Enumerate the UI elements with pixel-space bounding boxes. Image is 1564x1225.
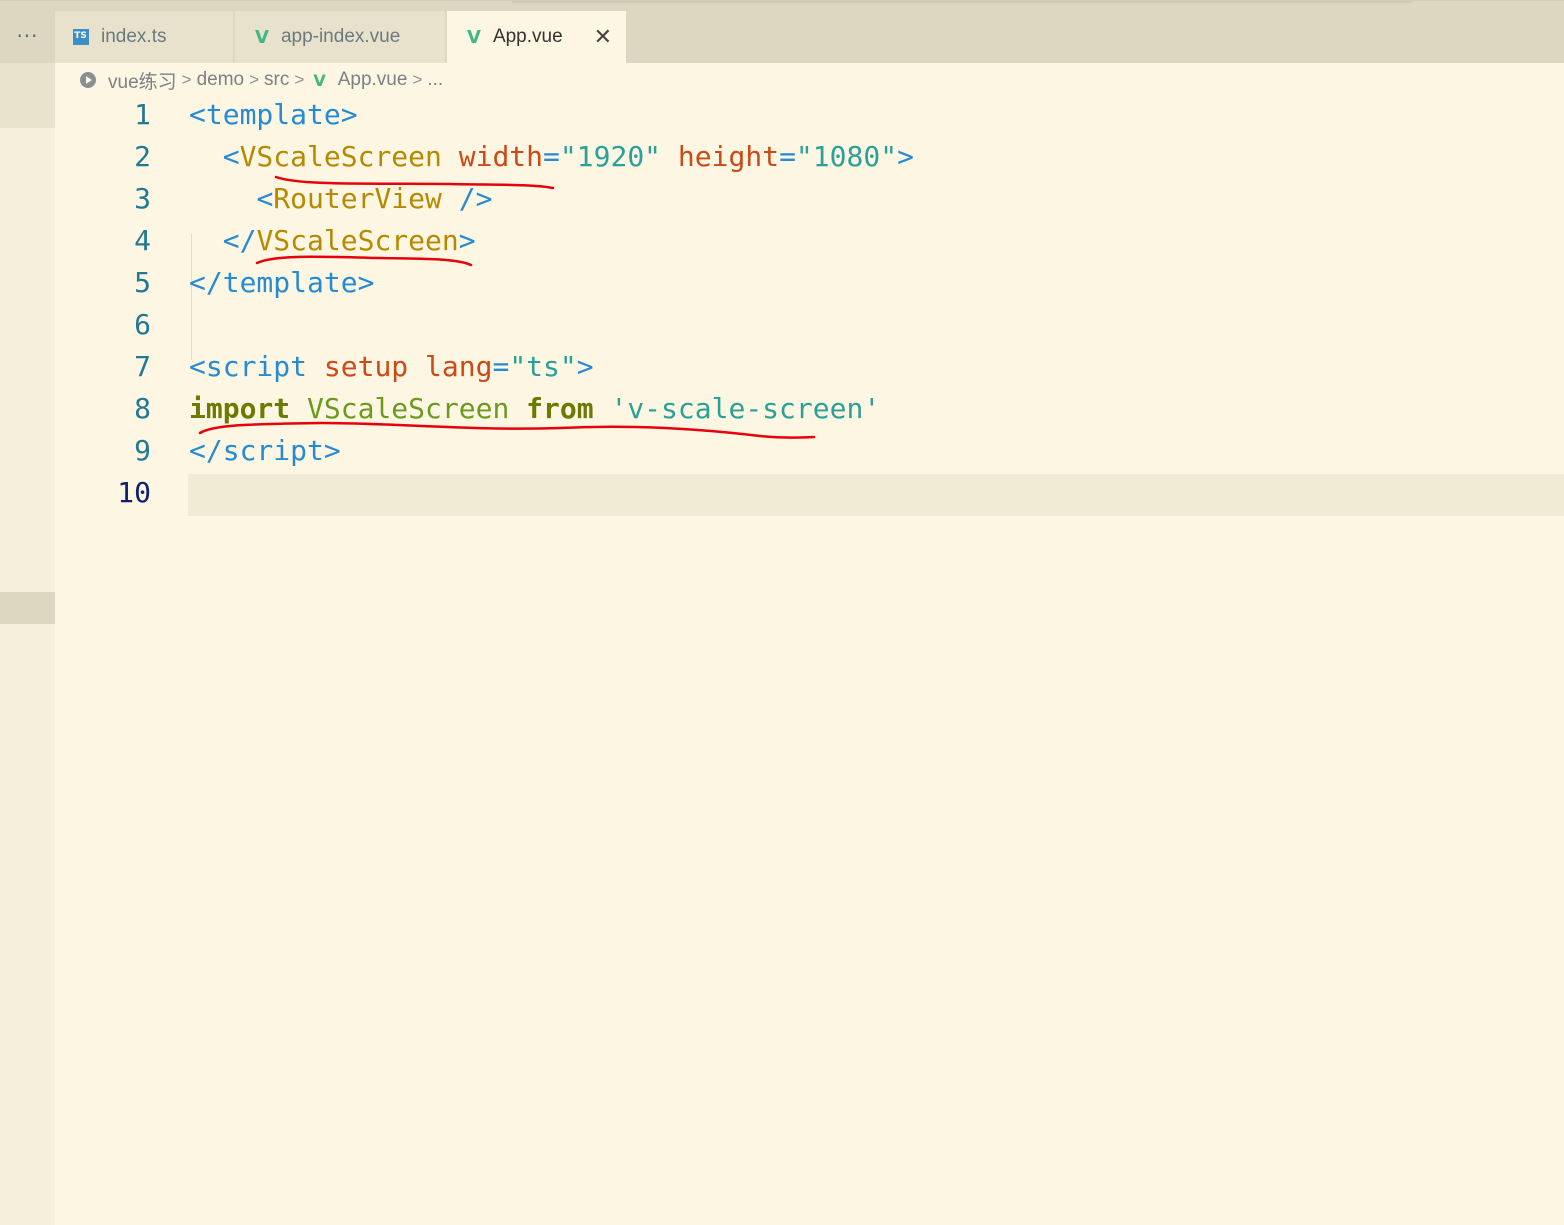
breadcrumb: vue练习 > demo > src > V App.vue > ... (80, 66, 443, 94)
code-text: </script> (189, 434, 341, 467)
line-number: 5 (134, 266, 151, 299)
code-line-current[interactable]: 10 (55, 474, 1564, 516)
code-line[interactable]: 5 </template> (55, 264, 1564, 306)
tab-label: App.vue (492, 26, 563, 47)
breadcrumb-item-demo[interactable]: demo (197, 69, 245, 91)
line-number: 7 (134, 350, 151, 383)
line-number: 3 (134, 182, 151, 215)
breadcrumb-separator: > (181, 70, 192, 89)
line-number: 8 (134, 392, 151, 425)
code-line[interactable]: 7 <script setup lang="ts"> (55, 348, 1564, 390)
code-text: <template> (189, 98, 358, 131)
breadcrumb-item-file[interactable]: App.vue (338, 69, 408, 91)
line-number: 6 (134, 308, 151, 341)
code-text: <RouterView /> (256, 182, 493, 215)
code-line[interactable]: 4 </VScaleScreen> (55, 222, 1564, 264)
code-line[interactable]: 8 import VScaleScreen from 'v-scale-scre… (55, 390, 1564, 432)
breadcrumb-item-src[interactable]: src (264, 69, 289, 91)
breadcrumb-separator: > (412, 70, 423, 89)
line-number: 4 (134, 224, 151, 257)
vue-file-icon: V (255, 26, 269, 48)
gutter-scroll-marker[interactable] (0, 592, 55, 624)
breadcrumb-separator: > (249, 70, 260, 89)
tabbar-top-edge (512, 1, 1412, 3)
code-line[interactable]: 3 <RouterView /> (55, 180, 1564, 222)
tab-label: app-index.vue (280, 26, 401, 47)
breadcrumb-item-project[interactable]: vue练习 (108, 67, 177, 94)
more-actions-icon[interactable]: ··· (0, 11, 55, 61)
code-text: </template> (189, 266, 375, 299)
code-line[interactable]: 6 (55, 306, 1564, 348)
tab-label: index.ts (101, 26, 167, 47)
line-number: 9 (134, 434, 151, 467)
gutter-highlight (0, 62, 55, 128)
code-text: import VScaleScreen from 'v-scale-screen… (189, 392, 881, 425)
tab-app-index-vue[interactable]: V app-index.vue (235, 11, 445, 63)
current-line-highlight (188, 474, 1564, 516)
breadcrumb-item-symbols[interactable]: ... (427, 69, 443, 91)
code-line[interactable]: 9 </script> (55, 432, 1564, 474)
activity-gutter (0, 62, 55, 1225)
vue-file-icon: V (467, 26, 481, 48)
code-text: <VScaleScreen width="1920" height="1080"… (222, 140, 914, 173)
tab-index-ts[interactable]: TS index.ts (55, 11, 233, 63)
code-text: <script setup lang="ts"> (189, 350, 594, 383)
line-number: 10 (117, 476, 151, 509)
breadcrumb-separator: > (294, 70, 305, 89)
editor-tab-bar: ··· TS index.ts V app-index.vue V App.vu… (0, 0, 1564, 63)
line-number: 1 (134, 98, 151, 131)
code-line[interactable]: 2 <VScaleScreen width="1920" height="108… (55, 138, 1564, 180)
close-tab-icon[interactable]: ✕ (594, 25, 612, 50)
code-line[interactable]: 1 <template> (55, 96, 1564, 138)
vue-file-icon: V (313, 70, 326, 90)
ts-file-icon: TS (73, 29, 89, 45)
line-number: 2 (134, 140, 151, 173)
folder-run-icon (80, 72, 96, 88)
code-text: </VScaleScreen> (222, 224, 476, 257)
tab-app-vue[interactable]: V App.vue ✕ (447, 11, 626, 63)
